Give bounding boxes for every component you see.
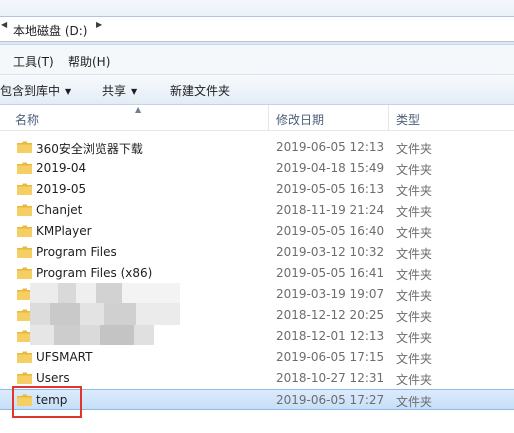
file-type: 文件夹 <box>396 163 433 177</box>
folder-icon <box>17 372 32 384</box>
new-folder-button[interactable]: 新建文件夹 <box>170 82 230 99</box>
list-item[interactable]: KMPlayer 2019-05-05 16:40 文件夹 <box>0 221 514 242</box>
folder-icon <box>17 141 32 153</box>
file-type: 文件夹 <box>396 226 433 240</box>
breadcrumb-drive[interactable]: 本地磁盘 (D:) <box>13 22 87 39</box>
file-name: 2019-05 <box>36 182 87 196</box>
redaction-mosaic <box>30 283 180 345</box>
file-type: 文件夹 <box>396 268 433 282</box>
include-in-library-button[interactable]: 包含到库中 ▼ <box>0 82 71 99</box>
file-modified: 2019-03-19 19:07 <box>276 287 385 301</box>
file-name: KMPlayer <box>36 224 92 238</box>
chevron-down-icon: ▼ <box>65 87 72 96</box>
list-item[interactable]: Chanjet 2018-11-19 21:24 文件夹 <box>0 200 514 221</box>
file-modified: 2018-10-27 12:31 <box>276 371 385 385</box>
file-modified: 2019-04-18 15:49 <box>276 161 385 175</box>
file-name: 360安全浏览器下载 <box>36 142 143 156</box>
list-item[interactable]: Program Files 2019-03-12 10:32 文件夹 <box>0 242 514 263</box>
chevron-down-icon: ▼ <box>131 87 138 96</box>
column-header-row: ▲ 名称 修改日期 类型 <box>0 105 514 131</box>
file-name: Program Files <box>36 245 117 259</box>
column-header-type[interactable]: 类型 <box>396 111 420 128</box>
list-item[interactable]: 360安全浏览器下载 2019-06-05 12:13 文件夹 <box>0 137 514 158</box>
list-item[interactable]: UFSMART 2019-06-05 17:15 文件夹 <box>0 347 514 368</box>
folder-icon <box>17 351 32 363</box>
file-type: 文件夹 <box>396 352 433 366</box>
file-modified: 2019-06-05 17:27 <box>276 393 385 407</box>
file-type: 文件夹 <box>396 395 433 409</box>
breadcrumb-back-chevron-icon[interactable]: ◀ <box>1 20 7 29</box>
file-modified: 2018-12-12 20:25 <box>276 308 385 322</box>
menu-tools[interactable]: 工具(T) <box>13 53 54 70</box>
list-item[interactable]: Program Files (x86) 2019-05-05 16:41 文件夹 <box>0 263 514 284</box>
folder-icon <box>17 204 32 216</box>
file-modified: 2019-05-05 16:13 <box>276 182 385 196</box>
column-header-modified[interactable]: 修改日期 <box>276 111 324 128</box>
column-divider[interactable] <box>268 105 269 130</box>
column-divider[interactable] <box>388 105 389 130</box>
file-modified: 2018-11-19 21:24 <box>276 203 385 217</box>
file-name: Users <box>36 371 70 385</box>
list-item[interactable]: 2019-04 2019-04-18 15:49 文件夹 <box>0 158 514 179</box>
folder-icon <box>17 267 32 279</box>
file-type: 文件夹 <box>396 331 433 345</box>
folder-icon <box>17 183 32 195</box>
file-type: 文件夹 <box>396 205 433 219</box>
file-modified: 2019-03-12 10:32 <box>276 245 385 259</box>
include-in-library-label: 包含到库中 <box>0 84 61 98</box>
sort-ascending-icon: ▲ <box>135 105 142 114</box>
file-name: 2019-04 <box>36 161 87 175</box>
file-type: 文件夹 <box>396 289 433 303</box>
share-button[interactable]: 共享 ▼ <box>102 82 137 99</box>
file-name: UFSMART <box>36 350 93 364</box>
share-label: 共享 <box>102 84 127 98</box>
command-toolbar: 包含到库中 ▼ 共享 ▼ 新建文件夹 <box>0 75 514 105</box>
file-modified: 2018-12-01 12:13 <box>276 329 385 343</box>
file-name: Chanjet <box>36 203 83 217</box>
file-modified: 2019-06-05 17:15 <box>276 350 385 364</box>
list-item[interactable]: 2019-05 2019-05-05 16:13 文件夹 <box>0 179 514 200</box>
folder-icon <box>17 246 32 258</box>
file-modified: 2019-05-05 16:41 <box>276 266 385 280</box>
file-modified: 2019-05-05 16:40 <box>276 224 385 238</box>
file-type: 文件夹 <box>396 142 433 156</box>
file-name: Program Files (x86) <box>36 266 153 280</box>
menu-bar: 工具(T) 帮助(H) <box>0 45 514 75</box>
folder-icon <box>17 225 32 237</box>
menu-help[interactable]: 帮助(H) <box>68 53 110 70</box>
breadcrumb-chevron-icon[interactable]: ▶ <box>96 20 102 29</box>
file-type: 文件夹 <box>396 373 433 387</box>
folder-icon <box>17 162 32 174</box>
address-bar-area: ◀ 本地磁盘 (D:) ▶ <box>0 0 514 45</box>
file-type: 文件夹 <box>396 184 433 198</box>
file-modified: 2019-06-05 12:13 <box>276 140 385 154</box>
file-type: 文件夹 <box>396 310 433 324</box>
column-header-name[interactable]: 名称 <box>15 111 39 128</box>
file-type: 文件夹 <box>396 247 433 261</box>
highlight-annotation <box>12 386 82 418</box>
